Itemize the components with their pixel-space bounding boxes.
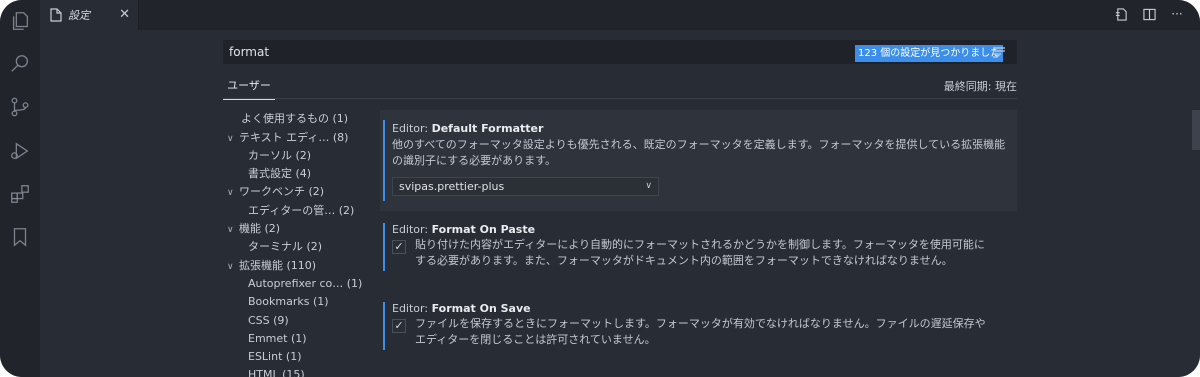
toc-item[interactable]: ∨ テキスト エディ… (8) bbox=[227, 129, 348, 147]
toc-item[interactable]: 書式設定 (4) bbox=[248, 165, 311, 183]
toc-item[interactable]: Bookmarks (1) bbox=[248, 293, 329, 311]
settings-search-input[interactable]: format 123 個の設定が見つかりました bbox=[223, 40, 1017, 64]
vscode-window: 設定 ✕ ··· format 123 個の設定が見つかりました ユーザー 最終… bbox=[0, 0, 1200, 377]
chevron-down-icon: ∨ bbox=[227, 134, 234, 144]
scrollbar-thumb[interactable] bbox=[1192, 110, 1200, 150]
toc-label: エディターの管… (2) bbox=[248, 204, 355, 217]
setting-default-formatter: Editor: Default Formatter 他のすべてのフォーマッタ設定… bbox=[380, 110, 1017, 211]
focus-indicator bbox=[383, 223, 385, 271]
toc-item[interactable]: ∨ 拡張機能 (110) bbox=[227, 257, 316, 275]
bookmarks-icon[interactable] bbox=[8, 225, 32, 249]
extensions-icon[interactable] bbox=[8, 182, 32, 206]
explorer-icon[interactable] bbox=[8, 9, 32, 33]
more-actions-icon[interactable]: ··· bbox=[1170, 7, 1184, 21]
toc-label: ESLint (1) bbox=[248, 350, 302, 363]
toc-label: Autoprefixer co… (1) bbox=[248, 277, 363, 290]
toc-item[interactable]: HTML (15) bbox=[248, 366, 305, 377]
setting-title: Editor: Format On Save bbox=[392, 302, 531, 315]
divider bbox=[223, 98, 1017, 99]
open-json-icon[interactable] bbox=[1114, 7, 1128, 21]
toc-item[interactable]: ∨ ワークベンチ (2) bbox=[227, 183, 324, 201]
filter-icon[interactable] bbox=[992, 46, 1006, 58]
toc-label: カーソル (2) bbox=[248, 149, 312, 162]
file-icon bbox=[50, 8, 62, 22]
setting-format-on-save: Editor: Format On Save ✓ ファイルを保存するときにフォー… bbox=[380, 292, 1017, 352]
setting-name: Format On Save bbox=[431, 302, 531, 315]
toc-label: CSS (9) bbox=[248, 314, 289, 327]
toc-label: よく使用するもの (1) bbox=[241, 112, 349, 125]
toc-label: Emmet (1) bbox=[248, 332, 307, 345]
format-on-save-checkbox[interactable]: ✓ bbox=[392, 319, 406, 333]
last-sync-label: 最終同期: 現在 bbox=[943, 80, 1017, 93]
run-debug-icon[interactable] bbox=[8, 139, 32, 163]
toc-item[interactable]: ターミナル (2) bbox=[248, 238, 322, 256]
setting-category: Editor: bbox=[392, 122, 432, 135]
search-icon[interactable] bbox=[8, 52, 32, 76]
setting-description: ファイルを保存するときにフォーマットします。フォーマッタが有効でなければなりませ… bbox=[415, 317, 986, 346]
toc-label: 書式設定 (4) bbox=[248, 167, 312, 180]
toc-label: Bookmarks (1) bbox=[248, 295, 329, 308]
chevron-down-icon: ∨ bbox=[227, 262, 234, 272]
result-count-badge: 123 個の設定が見つかりました bbox=[855, 45, 1004, 62]
focus-indicator bbox=[383, 302, 385, 350]
toc-label: HTML (15) bbox=[248, 368, 305, 377]
chevron-down-icon: ∨ bbox=[227, 188, 234, 198]
toc-item[interactable]: Autoprefixer co… (1) bbox=[248, 275, 362, 293]
select-value: svipas.prettier-plus bbox=[399, 180, 505, 193]
toc-label: ターミナル (2) bbox=[248, 240, 323, 253]
chevron-down-icon: ∨ bbox=[645, 181, 652, 191]
toc-item[interactable]: ESLint (1) bbox=[248, 348, 301, 366]
toc-item[interactable]: エディターの管… (2) bbox=[248, 202, 354, 220]
toc-item[interactable]: ∨ 機能 (2) bbox=[227, 220, 280, 238]
format-on-paste-checkbox[interactable]: ✓ bbox=[392, 240, 406, 254]
setting-format-on-paste: Editor: Format On Paste ✓ 貼り付けた内容がエディターに… bbox=[380, 213, 1017, 273]
tab-settings[interactable]: 設定 ✕ bbox=[40, 0, 139, 30]
setting-description: 貼り付けた内容がエディターにより自動的にフォーマットされるかどうかを制御します。… bbox=[415, 238, 985, 267]
source-control-icon[interactable] bbox=[8, 95, 32, 119]
setting-category: Editor: bbox=[392, 302, 432, 315]
editor-actions: ··· bbox=[1114, 7, 1184, 21]
tab-bar: 設定 ✕ ··· bbox=[40, 0, 1200, 30]
toc-label: 拡張機能 (110) bbox=[239, 259, 317, 272]
setting-description: 他のすべてのフォーマッタ設定よりも優先される、既定のフォーマッタを定義します。フ… bbox=[392, 138, 1006, 167]
setting-title: Editor: Format On Paste bbox=[392, 223, 535, 236]
setting-name: Format On Paste bbox=[431, 223, 536, 236]
setting-title: Editor: Default Formatter bbox=[392, 122, 543, 135]
tab-label: 設定 bbox=[68, 9, 90, 22]
toc-item[interactable]: Emmet (1) bbox=[248, 330, 307, 348]
activity-bar bbox=[0, 0, 40, 377]
toc-label: ワークベンチ (2) bbox=[239, 185, 325, 198]
search-query: format bbox=[229, 45, 270, 59]
focus-indicator bbox=[383, 120, 385, 201]
setting-name: Default Formatter bbox=[431, 122, 544, 135]
toc-item[interactable]: カーソル (2) bbox=[248, 147, 311, 165]
default-formatter-select[interactable]: svipas.prettier-plus ∨ bbox=[392, 177, 659, 196]
chevron-down-icon: ∨ bbox=[227, 225, 234, 235]
close-icon[interactable]: ✕ bbox=[119, 8, 130, 21]
toc-label: 機能 (2) bbox=[239, 222, 281, 235]
tab-user-settings[interactable]: ユーザー bbox=[223, 77, 275, 100]
settings-editor: format 123 個の設定が見つかりました ユーザー 最終同期: 現在 よく… bbox=[40, 30, 1200, 377]
split-editor-icon[interactable] bbox=[1142, 7, 1156, 21]
setting-category: Editor: bbox=[392, 223, 432, 236]
toc-label: テキスト エディ… (8) bbox=[239, 131, 349, 144]
toc-item[interactable]: CSS (9) bbox=[248, 312, 289, 330]
toc-item[interactable]: よく使用するもの (1) bbox=[241, 110, 348, 128]
